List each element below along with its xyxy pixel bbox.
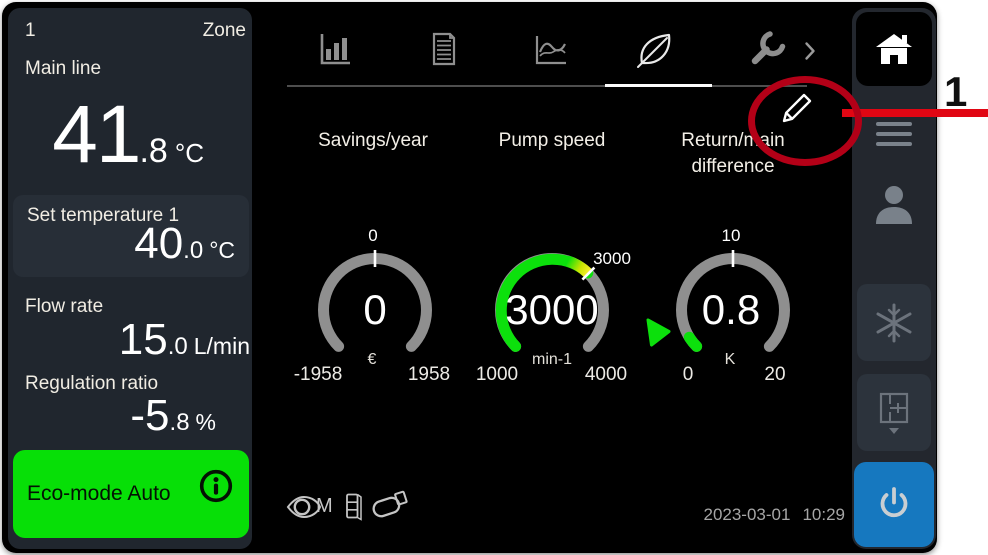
- set-temp-value: 40.0°C: [60, 222, 235, 266]
- zone-label: Zone: [150, 20, 246, 42]
- set-temp-dec: .0: [183, 237, 203, 265]
- trend-chart-icon[interactable]: [531, 30, 571, 70]
- eco-mode-label: Eco-mode Auto: [27, 482, 171, 506]
- ratio-dec: .8: [170, 409, 190, 437]
- hamburger-menu-icon: [876, 132, 912, 136]
- gauge-title-savings: Savings/year: [293, 128, 453, 154]
- bar-chart-icon[interactable]: [315, 30, 355, 70]
- pump-speed-tick-label: 3000: [572, 249, 652, 269]
- wrench-icon[interactable]: [747, 30, 787, 70]
- main-value-int: 41: [52, 94, 139, 176]
- savings-top-label: 0: [333, 226, 413, 246]
- main-value-unit: °C: [175, 138, 204, 169]
- return-diff-max: 20: [730, 364, 820, 386]
- set-temp-int: 40: [134, 222, 183, 266]
- zone-number: 1: [25, 20, 36, 42]
- report-icon[interactable]: [424, 30, 464, 70]
- power-button[interactable]: [854, 462, 934, 547]
- savings-value: 0: [305, 287, 445, 333]
- time-text: 10:29: [802, 505, 845, 524]
- gauge-title-pump-speed: Pump speed: [472, 128, 632, 154]
- power-icon: [874, 485, 914, 525]
- return-diff-value: 0.8: [661, 287, 801, 333]
- screenshot-stage: 1 Zone Main line 41.8°C Set temperature …: [0, 0, 988, 555]
- savings-min: -1958: [273, 364, 363, 386]
- regulation-ratio-value: -5.8%: [36, 394, 216, 438]
- chevron-down-icon: [889, 428, 899, 434]
- snowflake-icon: [873, 300, 915, 346]
- ratio-unit: %: [196, 409, 216, 436]
- flow-rate-label: Flow rate: [25, 296, 103, 318]
- chevron-right-icon[interactable]: [804, 41, 816, 61]
- flow-dec: .0: [168, 333, 188, 361]
- info-icon[interactable]: [198, 468, 234, 504]
- leaf-icon[interactable]: [635, 30, 675, 70]
- flow-unit: L/min: [194, 333, 250, 360]
- monitor-mode-letter: M: [316, 495, 333, 518]
- zone-plan-icon: [876, 391, 912, 435]
- main-line-label: Main line: [25, 58, 101, 80]
- hamburger-menu-icon: [876, 122, 912, 126]
- ratio-int: -5: [130, 394, 169, 438]
- usb-drive-icon: [370, 488, 414, 522]
- home-icon: [874, 31, 914, 67]
- hamburger-menu-button[interactable]: [852, 108, 936, 154]
- pump-speed-max: 4000: [561, 364, 651, 386]
- hamburger-menu-icon: [876, 142, 912, 146]
- return-diff-top-label: 10: [691, 226, 771, 246]
- callout-number: 1: [944, 68, 984, 116]
- home-button[interactable]: [856, 12, 932, 86]
- pump-speed-min: 1000: [452, 364, 542, 386]
- active-tab-underline: [605, 84, 712, 87]
- return-diff-min: 0: [643, 364, 733, 386]
- flow-rate-value: 15.0L/min: [60, 318, 250, 362]
- zone-select-button[interactable]: [857, 374, 931, 451]
- datetime-display: 2023-03-01 10:29: [640, 505, 845, 525]
- pencil-icon[interactable]: [777, 88, 817, 128]
- gauge-title-return-diff: Return/main difference: [653, 128, 813, 180]
- set-temp-unit: °C: [209, 237, 235, 264]
- main-value-dec: .8: [139, 132, 167, 171]
- date-text: 2023-03-01: [703, 505, 790, 524]
- frost-protection-button[interactable]: [857, 284, 931, 361]
- module-icon: [344, 492, 364, 522]
- tab-divider: [287, 85, 807, 87]
- flow-int: 15: [119, 318, 168, 362]
- main-line-value: 41.8 °C: [0, 94, 204, 176]
- user-icon[interactable]: [872, 184, 916, 226]
- pump-speed-value: 3000: [482, 287, 622, 333]
